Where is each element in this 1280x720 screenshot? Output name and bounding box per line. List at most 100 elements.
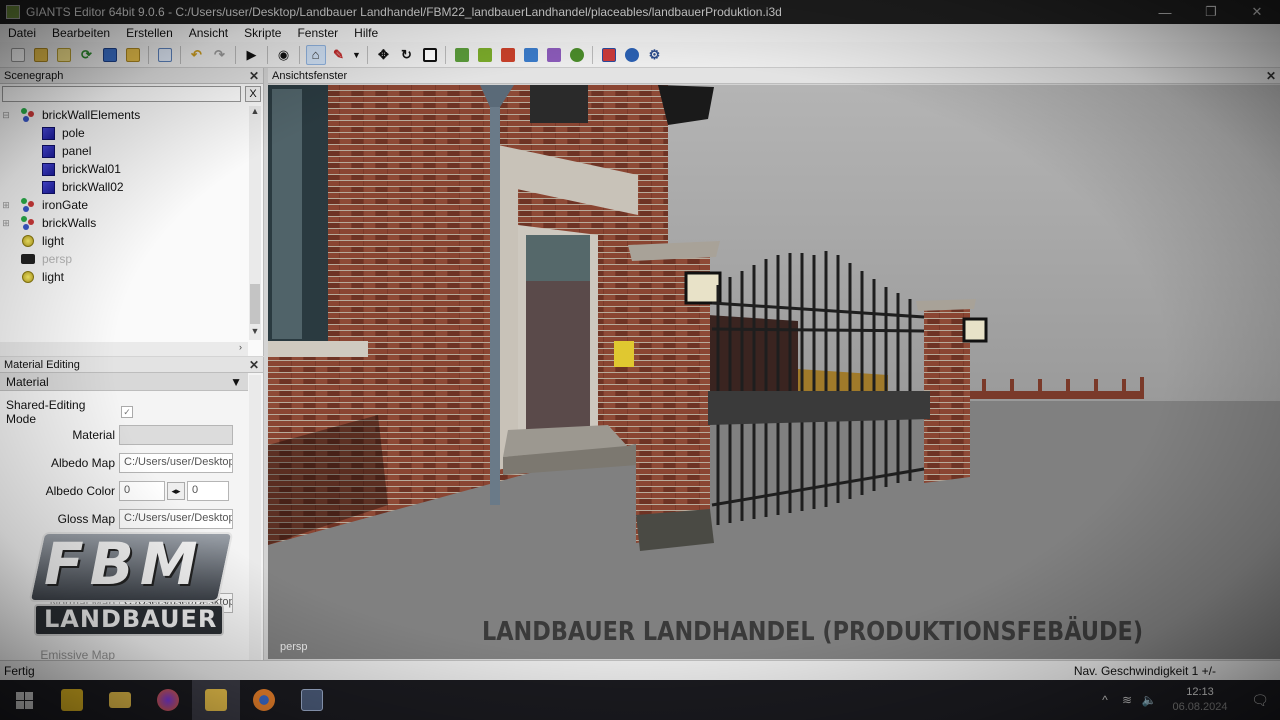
menu-bearbeiten[interactable]: Bearbeiten [44,26,118,40]
taskbar-app-giants-editor[interactable] [288,680,336,720]
filter-clear-button[interactable]: X [245,86,261,102]
menu-erstellen[interactable]: Erstellen [118,26,181,40]
tree-item-persp[interactable]: persp [0,250,248,268]
menu-fenster[interactable]: Fenster [289,26,346,40]
menu-hilfe[interactable]: Hilfe [346,26,386,40]
albedo-color-g-field[interactable]: 0 [187,481,229,501]
nav-speed-text: Nav. Geschwindigkeit 1 +/- [1073,663,1216,678]
close-button[interactable]: ✕ [1234,0,1280,24]
save-icon[interactable] [100,45,120,65]
tree-item-light[interactable]: light [0,232,248,250]
tree-item-brickwalls[interactable]: ⊞ brickWalls [0,214,248,232]
viewport-title: Ansichtsfenster [272,69,348,82]
scenegraph-header: Scenegraph ✕ [0,68,263,84]
albedo-color-label: Albedo Color [45,484,115,498]
tree-item-brickwallelements[interactable]: ⊟ brickWallElements [0,106,248,124]
windows-logo-icon [15,691,33,709]
scroll-up-icon[interactable]: ▲ [249,106,261,120]
settings-icon[interactable]: ⚙ [645,45,665,65]
open-icon[interactable] [31,45,51,65]
rotate-icon[interactable]: ↻ [397,45,417,65]
tree-icon[interactable] [567,45,587,65]
material-editing-close-icon[interactable]: ✕ [249,358,259,372]
shape-cube-icon [40,144,56,158]
gloss-map-field[interactable]: C:/Users/user/Desktop [119,509,233,529]
shared-editing-checkbox[interactable]: ✓ [121,406,133,418]
start-button[interactable] [0,680,48,720]
menu-skripte[interactable]: Skripte [236,26,289,40]
select-icon[interactable]: ⌂ [305,44,326,65]
paint-icon[interactable]: ✎ [329,45,349,65]
scenegraph-panel: Scenegraph ✕ X ⊟ brickWallElements pole … [0,68,264,356]
giants-editor-icon [301,689,323,711]
scenegraph-close-icon[interactable]: ✕ [249,69,259,83]
new-icon[interactable] [8,45,28,65]
terrain-icon[interactable] [452,45,472,65]
expand-icon[interactable]: ⊞ [0,200,12,211]
taskbar-app-notes[interactable] [192,680,240,720]
network-icon[interactable]: ≋ [1116,693,1138,707]
tree-item-brickwal01[interactable]: brickWal01 [0,160,248,178]
clock-time: 12:13 [1186,686,1214,698]
window-controls: — ❐ ✕ [1142,0,1280,24]
camera-icon [20,252,36,266]
3d-viewport[interactable]: persp LANDBAUER LANDHANDEL (PRODUKTIONSF… [268,85,1280,659]
dropdown-icon[interactable]: ▼ [352,45,362,65]
minimize-button[interactable]: — [1142,0,1188,24]
move-icon[interactable]: ✥ [374,45,394,65]
scene-render[interactable] [268,85,1280,659]
material-section-header[interactable]: Material ▼ [0,373,248,391]
toolbar-separator [180,45,181,64]
notifications-icon[interactable]: 🗨 [1240,692,1280,709]
menu-datei[interactable]: Datei [0,26,44,40]
water-icon[interactable] [521,45,541,65]
material-vertical-scrollbar[interactable] [249,375,261,660]
albedo-color-r-field[interactable]: 0 [119,481,165,501]
scale-icon[interactable] [420,45,440,65]
toolbar-separator [592,45,593,64]
export-icon[interactable] [123,45,143,65]
decal-icon[interactable] [544,45,564,65]
eye-icon[interactable]: ◉ [274,45,294,65]
volume-icon[interactable]: 🔈 [1138,693,1160,707]
viewport-close-icon[interactable]: ✕ [1266,69,1276,83]
clock[interactable]: 12:13 06.08.2024 [1160,685,1240,715]
edit-icon[interactable] [54,45,74,65]
taskbar-app-folder[interactable] [96,680,144,720]
albedo-color-spinner[interactable]: ◂▸ [167,482,185,500]
scenegraph-horizontal-scrollbar[interactable]: › [0,342,248,356]
viewport-header: Ansichtsfenster ✕ [268,68,1280,84]
tree-item-panel[interactable]: panel [0,142,248,160]
tree-item-irongate[interactable]: ⊞ ironGate [0,196,248,214]
expand-icon[interactable]: ⊟ [0,110,12,121]
scroll-right-icon[interactable]: › [239,342,242,352]
albedo-map-field[interactable]: C:/Users/user/Desktop [119,453,233,473]
redo-icon[interactable]: ↷ [210,45,230,65]
collapse-arrow-icon[interactable]: ▼ [230,375,242,389]
undo-icon[interactable]: ↶ [187,45,207,65]
tree-item-light-2[interactable]: light [0,268,248,286]
tree-item-brickwall02[interactable]: brickWall02 [0,178,248,196]
scroll-down-icon[interactable]: ▼ [249,326,261,340]
tree-item-pole[interactable]: pole [0,124,248,142]
spline-icon[interactable] [498,45,518,65]
scroll-thumb[interactable] [250,284,260,324]
menu-ansicht[interactable]: Ansicht [181,26,236,40]
play-icon[interactable]: ▶ [242,45,262,65]
taskbar-app-files[interactable] [48,680,96,720]
refresh-icon[interactable]: ⟳ [77,45,97,65]
scenegraph-vertical-scrollbar[interactable]: ▲ ▼ [249,106,261,340]
shader-icon[interactable] [599,45,619,65]
restore-button[interactable]: ❐ [1188,0,1234,24]
expand-icon[interactable]: ⊞ [0,218,12,229]
tray-chevron-icon[interactable]: ^ [1094,693,1116,707]
taskbar-app-blender[interactable] [240,680,288,720]
taskbar-app-firefox[interactable] [144,680,192,720]
material-field[interactable] [119,425,233,445]
transform-group-icon [20,198,36,212]
distant-fence [968,391,1144,399]
foliage-icon[interactable] [475,45,495,65]
material-icon[interactable] [622,45,642,65]
import-icon[interactable] [155,45,175,65]
scenegraph-search-input[interactable] [2,86,242,102]
